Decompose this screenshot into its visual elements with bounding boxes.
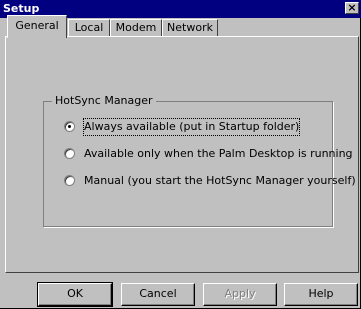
radio-always-available[interactable]	[64, 121, 75, 132]
close-button[interactable]: ×	[345, 1, 359, 14]
ok-button-label: OK	[67, 287, 83, 300]
group-label: HotSync Manager	[52, 94, 156, 107]
cancel-button[interactable]: Cancel	[121, 283, 195, 306]
close-icon: ×	[347, 1, 357, 14]
tab-network-label: Network	[167, 21, 213, 34]
option-manual-label: Manual (you start the HotSync Manager yo…	[84, 174, 356, 187]
tab-network[interactable]: Network	[162, 19, 218, 37]
tab-modem-label: Modem	[115, 21, 157, 34]
radio-manual[interactable]	[64, 175, 75, 186]
tab-general-label: General	[15, 19, 59, 32]
cancel-button-label: Cancel	[139, 287, 177, 300]
help-button-label: Help	[308, 287, 334, 300]
option-always-available-label: Always available (put in Startup folder)	[82, 118, 301, 136]
tab-local[interactable]: Local	[68, 19, 110, 37]
hotsync-manager-group: HotSync Manager Always available (put in…	[43, 94, 356, 227]
radio-selected-dot	[68, 125, 71, 128]
apply-button[interactable]: Apply	[203, 283, 277, 306]
radio-palm-desktop-running[interactable]	[64, 148, 75, 159]
window-title: Setup	[3, 2, 40, 15]
tab-general[interactable]: General	[7, 15, 67, 38]
tab-local-label: Local	[74, 21, 104, 34]
apply-button-label: Apply	[224, 287, 256, 300]
setup-dialog: Setup × General Local Modem Network HotS…	[0, 0, 361, 309]
tab-modem[interactable]: Modem	[110, 19, 162, 37]
ok-button[interactable]: OK	[37, 282, 113, 307]
help-button[interactable]: Help	[284, 283, 358, 306]
option-palm-desktop-running-label: Available only when the Palm Desktop is …	[84, 147, 353, 160]
